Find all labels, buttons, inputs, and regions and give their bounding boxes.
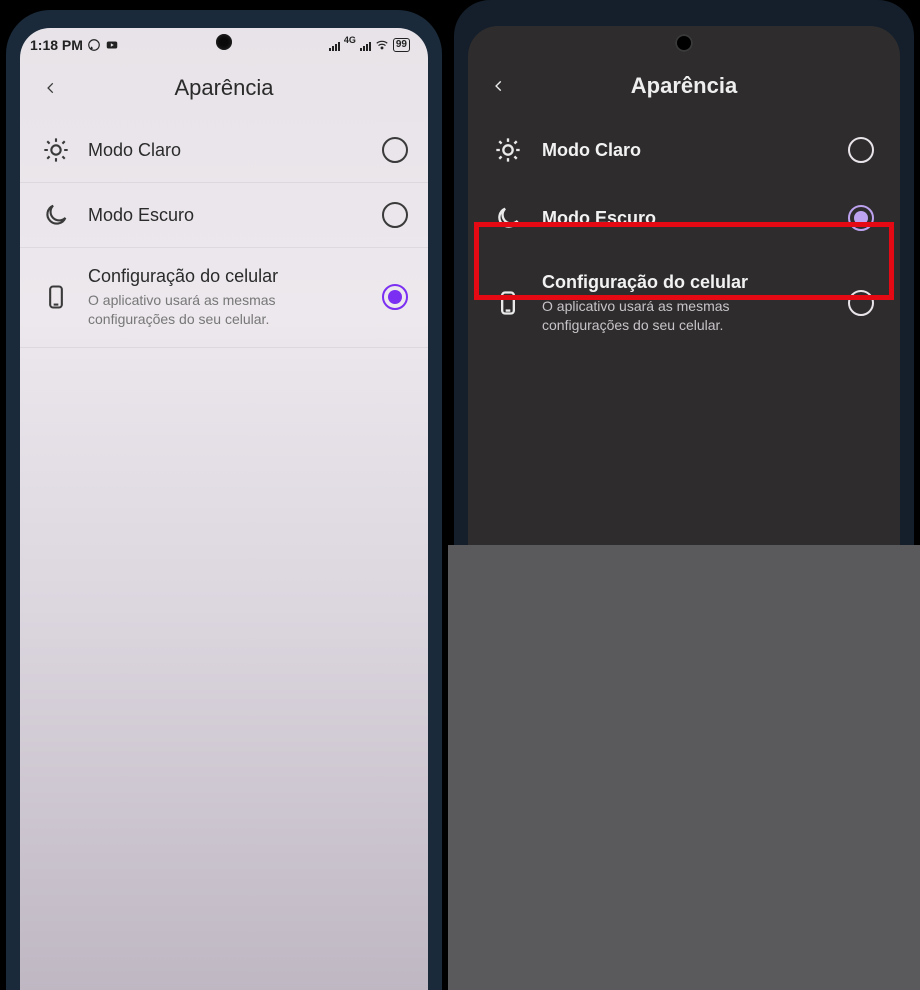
option-system-default[interactable]: Configuração do celular O aplicativo usa… bbox=[20, 248, 428, 348]
option-subtitle: O aplicativo usará as mesmas configuraçõ… bbox=[88, 291, 348, 329]
option-label: Modo Escuro bbox=[88, 205, 364, 226]
phone-frame: 1:18 PM 4G 99 bbox=[6, 10, 442, 990]
option-light-mode[interactable]: Modo Claro bbox=[20, 118, 428, 183]
status-time: 1:18 PM bbox=[30, 37, 83, 53]
radio-light[interactable] bbox=[848, 137, 874, 163]
light-phone-panel: 1:18 PM 4G 99 bbox=[0, 0, 448, 990]
camera-cutout bbox=[216, 34, 232, 50]
radio-dark[interactable] bbox=[382, 202, 408, 228]
camera-cutout bbox=[675, 34, 693, 52]
desk-surface bbox=[448, 545, 920, 990]
option-dark-mode[interactable]: Modo Escuro bbox=[20, 183, 428, 248]
wifi-icon bbox=[375, 38, 389, 52]
page-title: Aparência bbox=[631, 73, 737, 99]
option-system-default[interactable]: Configuração do celular O aplicativo usa… bbox=[468, 252, 900, 355]
phone-icon bbox=[494, 289, 522, 317]
option-label: Modo Escuro bbox=[542, 208, 828, 229]
option-subtitle: O aplicativo usará as mesmas configuraçõ… bbox=[542, 297, 802, 335]
moon-icon bbox=[494, 204, 522, 232]
signal-icon bbox=[329, 39, 340, 51]
chevron-left-icon bbox=[44, 77, 58, 99]
radio-system[interactable] bbox=[382, 284, 408, 310]
option-light-mode[interactable]: Modo Claro bbox=[468, 116, 900, 184]
option-label: Modo Claro bbox=[542, 140, 828, 161]
sun-icon bbox=[494, 136, 522, 164]
chevron-left-icon bbox=[492, 75, 506, 97]
option-dark-mode[interactable]: Modo Escuro bbox=[468, 184, 900, 252]
dark-phone-panel: Aparência Modo Claro Modo Escuro bbox=[448, 0, 920, 990]
phone-icon bbox=[42, 283, 70, 311]
option-label: Configuração do celular bbox=[88, 266, 364, 287]
option-label: Modo Claro bbox=[88, 140, 364, 161]
back-button[interactable] bbox=[482, 69, 516, 103]
signal-icon-2 bbox=[360, 39, 371, 51]
option-label: Configuração do celular bbox=[542, 272, 828, 293]
radio-system[interactable] bbox=[848, 290, 874, 316]
sun-icon bbox=[42, 136, 70, 164]
page-title: Aparência bbox=[174, 75, 273, 101]
radio-dark[interactable] bbox=[848, 205, 874, 231]
moon-icon bbox=[42, 201, 70, 229]
back-button[interactable] bbox=[34, 71, 68, 105]
battery-icon: 99 bbox=[393, 38, 410, 52]
page-header: Aparência bbox=[20, 58, 428, 118]
radio-light[interactable] bbox=[382, 137, 408, 163]
youtube-icon bbox=[105, 38, 119, 52]
phone-screen-light: 1:18 PM 4G 99 bbox=[20, 28, 428, 990]
whatsapp-icon bbox=[87, 38, 101, 52]
page-header: Aparência bbox=[468, 56, 900, 116]
network-label: 4G bbox=[344, 35, 356, 45]
